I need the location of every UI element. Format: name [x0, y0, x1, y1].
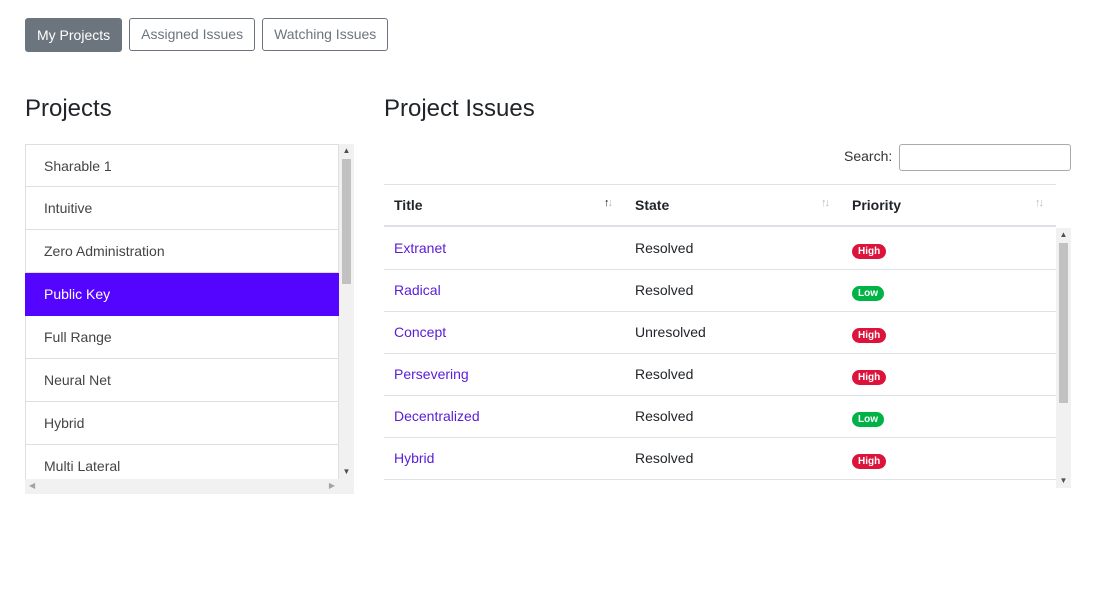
column-header-state[interactable]: State: [635, 197, 669, 213]
issue-state: Unresolved: [635, 324, 706, 340]
tab-my-projects[interactable]: My Projects: [25, 18, 123, 52]
table-body-container: Extranet Resolved High Radical Resolved Low Co…: [384, 228, 1071, 488]
issue-title-link[interactable]: Extranet: [394, 240, 446, 256]
table-body: Extranet Resolved High Radical Resolved Low Co…: [384, 228, 1056, 480]
projects-list-container: Sharable 1 Intuitive Zero Administration Pu…: [25, 144, 354, 494]
project-list-item[interactable]: Full Range: [25, 316, 339, 359]
column-header-priority[interactable]: Priority: [852, 197, 901, 213]
priority-badge: Low: [852, 412, 884, 427]
table-row: Radical Resolved Low: [384, 270, 1056, 312]
projects-list: Sharable 1 Intuitive Zero Administration Pu…: [25, 144, 339, 479]
issue-state: Resolved: [635, 450, 694, 466]
table-row: Extranet Resolved High: [384, 228, 1056, 270]
search-label: Search:: [844, 148, 893, 164]
issue-priority: High: [852, 367, 887, 385]
issue-state: Resolved: [635, 408, 694, 424]
priority-badge: High: [852, 244, 887, 259]
scroll-down-arrow-icon[interactable]: ▼: [339, 467, 354, 477]
view-tabs: My Projects Assigned Issues Watching Iss…: [25, 18, 395, 52]
issue-state: Resolved: [635, 366, 694, 382]
issue-priority: High: [852, 325, 887, 343]
issue-priority: Low: [852, 409, 884, 427]
sort-icon[interactable]: ↑↓: [821, 197, 830, 209]
project-list-item[interactable]: Multi Lateral: [25, 445, 339, 479]
project-list-item[interactable]: Public Key: [25, 273, 339, 316]
issue-priority: High: [852, 241, 887, 259]
search-input[interactable]: [899, 144, 1071, 171]
issue-priority: High: [852, 451, 887, 469]
issue-title-link[interactable]: Decentralized: [394, 408, 480, 424]
table-header: Title ↑↓ State ↑↓ Priority ↑↓: [384, 184, 1056, 227]
projects-heading: Projects: [25, 95, 112, 122]
issue-priority: Low: [852, 283, 884, 301]
table-row: Persevering Resolved High: [384, 354, 1056, 396]
scroll-up-arrow-icon[interactable]: ▲: [1056, 230, 1071, 240]
scrollbar-thumb[interactable]: [1059, 243, 1068, 403]
scroll-right-arrow-icon[interactable]: ▶: [329, 481, 335, 491]
issue-title-link[interactable]: Concept: [394, 324, 446, 340]
project-list-item[interactable]: Sharable 1: [25, 144, 339, 187]
scroll-left-arrow-icon[interactable]: ◀: [29, 481, 35, 491]
priority-badge: High: [852, 370, 887, 385]
project-list-item[interactable]: Neural Net: [25, 359, 339, 402]
table-row: Concept Unresolved High: [384, 312, 1056, 354]
sort-icon[interactable]: ↑↓: [1035, 197, 1044, 209]
scroll-down-arrow-icon[interactable]: ▼: [1056, 476, 1071, 486]
project-list-item[interactable]: Zero Administration: [25, 230, 339, 273]
sort-icon[interactable]: ↑↓: [604, 197, 613, 209]
issue-state: Resolved: [635, 240, 694, 256]
scrollbar-thumb[interactable]: [342, 159, 351, 284]
table-row: Hybrid Resolved High: [384, 438, 1056, 480]
project-issues-heading: Project Issues: [384, 95, 535, 122]
table-row: Decentralized Resolved Low: [384, 396, 1056, 438]
column-header-title[interactable]: Title: [394, 197, 423, 213]
priority-badge: High: [852, 454, 887, 469]
priority-badge: Low: [852, 286, 884, 301]
issue-title-link[interactable]: Hybrid: [394, 450, 434, 466]
issue-title-link[interactable]: Persevering: [394, 366, 469, 382]
projects-vertical-scrollbar[interactable]: ▲ ▼: [339, 144, 354, 479]
priority-badge: High: [852, 328, 887, 343]
tab-assigned-issues[interactable]: Assigned Issues: [129, 18, 256, 51]
tab-watching-issues[interactable]: Watching Issues: [262, 18, 389, 51]
table-vertical-scrollbar[interactable]: ▲ ▼: [1056, 228, 1071, 488]
projects-horizontal-scrollbar[interactable]: ◀ ▶: [25, 479, 339, 494]
project-list-item[interactable]: Hybrid: [25, 402, 339, 445]
project-list-item[interactable]: Intuitive: [25, 187, 339, 230]
scroll-up-arrow-icon[interactable]: ▲: [339, 146, 354, 156]
issue-title-link[interactable]: Radical: [394, 282, 441, 298]
issue-state: Resolved: [635, 282, 694, 298]
